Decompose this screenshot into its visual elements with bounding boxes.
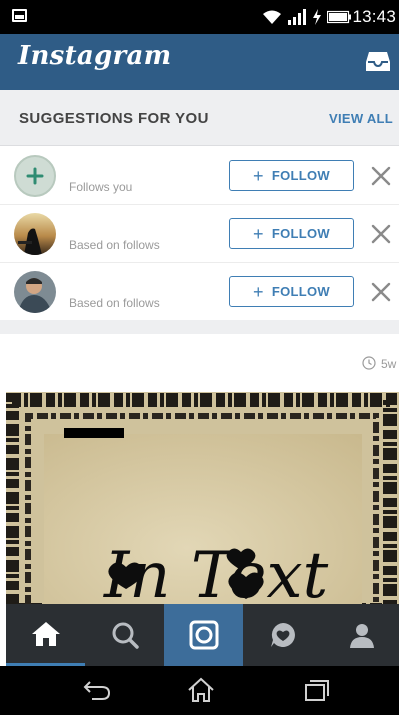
follow-button[interactable]: + FOLLOW — [229, 276, 354, 307]
screen: 13:43 Instagram SUGGESTIONS FOR YOU VIEW… — [0, 0, 399, 715]
nav-activity[interactable] — [243, 604, 322, 666]
post-age: 5w — [381, 357, 397, 371]
back-icon[interactable] — [82, 676, 112, 704]
follow-label: FOLLOW — [271, 284, 330, 299]
clock-icon — [362, 356, 376, 370]
app-header: Instagram — [0, 34, 399, 90]
wifi-icon — [263, 10, 281, 24]
home-icon — [31, 621, 60, 646]
plus-icon: + — [253, 281, 264, 302]
suggestion-reason: Based on follows — [69, 296, 160, 310]
close-icon[interactable] — [370, 281, 392, 303]
plus-icon: + — [253, 223, 264, 244]
suggestion-row: Based on follows + FOLLOW — [0, 205, 399, 263]
status-icons — [262, 8, 351, 26]
avatar-photo — [14, 213, 56, 255]
system-nav — [0, 666, 399, 715]
avatar-photo — [14, 271, 56, 313]
camera-icon — [189, 620, 218, 650]
post-header: 5w — [0, 334, 399, 392]
bottom-nav — [6, 604, 399, 666]
avatar[interactable] — [14, 271, 56, 313]
app-logo: Instagram — [18, 41, 172, 71]
status-time: 13:43 — [352, 7, 396, 26]
suggestion-reason: Based on follows — [69, 238, 160, 252]
suggestions-header: SUGGESTIONS FOR YOU VIEW ALL — [0, 90, 399, 146]
follow-button[interactable]: + FOLLOW — [229, 160, 354, 191]
close-icon[interactable] — [370, 223, 392, 245]
charging-icon — [313, 9, 321, 25]
activity-icon — [270, 623, 295, 647]
search-icon — [112, 622, 139, 649]
recents-icon[interactable] — [302, 676, 332, 704]
nav-home[interactable] — [6, 604, 85, 666]
follow-label: FOLLOW — [271, 168, 330, 183]
screenshot-icon — [12, 9, 27, 22]
inbox-icon[interactable] — [365, 48, 391, 74]
section-divider — [0, 320, 399, 334]
signal-icon — [288, 9, 306, 25]
avatar[interactable] — [14, 213, 56, 255]
follow-button[interactable]: + FOLLOW — [229, 218, 354, 249]
status-bar: 13:43 — [0, 0, 399, 34]
plus-icon — [26, 167, 44, 185]
follow-label: FOLLOW — [271, 226, 330, 241]
post-photo: In Text — [6, 392, 399, 604]
view-all-link[interactable]: VIEW ALL — [329, 111, 393, 126]
post-image[interactable]: In Text — [6, 392, 399, 604]
plus-icon: + — [253, 165, 264, 186]
suggestion-row: Based on follows + FOLLOW — [0, 263, 399, 321]
nav-camera[interactable] — [164, 604, 243, 666]
battery-icon — [327, 10, 351, 24]
suggestions-title: SUGGESTIONS FOR YOU — [19, 110, 209, 127]
nav-search[interactable] — [85, 604, 164, 666]
close-icon[interactable] — [370, 165, 392, 187]
profile-icon — [349, 624, 374, 648]
suggestion-row: Follows you + FOLLOW — [0, 147, 399, 205]
suggestion-reason: Follows you — [69, 180, 133, 194]
home-system-icon[interactable] — [186, 676, 216, 704]
avatar[interactable] — [14, 155, 56, 197]
nav-profile[interactable] — [322, 604, 399, 666]
